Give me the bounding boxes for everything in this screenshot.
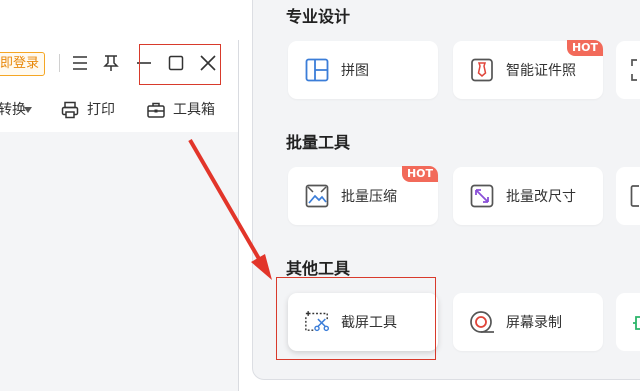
annotation-arrow xyxy=(188,138,272,280)
